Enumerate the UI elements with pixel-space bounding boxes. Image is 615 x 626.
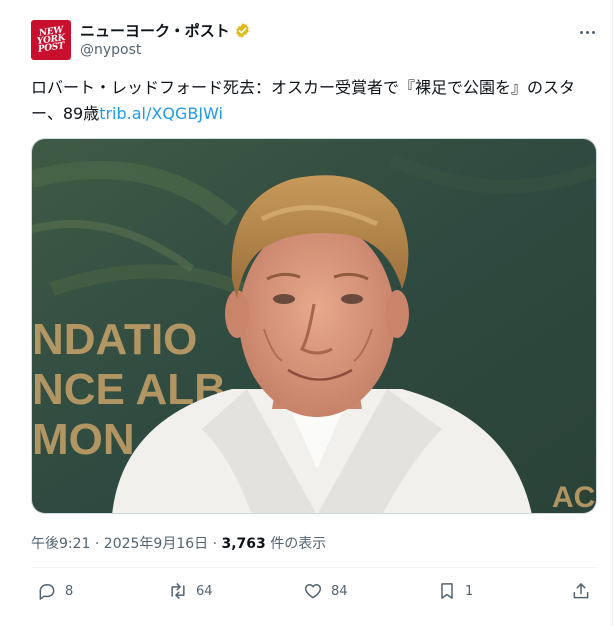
like-icon: [304, 584, 322, 599]
account-name-row: ニューヨーク・ポスト: [80, 20, 251, 41]
tweet-photo[interactable]: NDATIO NCE ALB MON AC: [31, 138, 597, 514]
reply-icon: [39, 584, 55, 600]
share-button[interactable]: [571, 581, 591, 601]
bg-text-3: MON: [32, 415, 135, 464]
bookmark-count: 1: [465, 583, 474, 599]
bg-text-1: NDATIO: [32, 315, 197, 364]
reply-button[interactable]: 8: [37, 581, 73, 601]
like-count: 84: [331, 583, 348, 599]
photo-portrait-illustration: NDATIO NCE ALB MON AC: [32, 139, 596, 514]
like-button[interactable]: 84: [303, 581, 348, 601]
repost-count: 64: [196, 583, 213, 599]
timestamp[interactable]: 午後9:21 · 2025年9月16日 ·: [31, 536, 222, 552]
divider: [31, 567, 597, 568]
tweet-card: NEW YORK POST ニューヨーク・ポスト @nypost ロバート・レッ…: [0, 0, 613, 626]
verified-badge-icon[interactable]: [234, 22, 251, 39]
reply-count: 8: [65, 583, 74, 599]
avatar-text-3: POST: [37, 41, 65, 55]
tweet-meta: 午後9:21 · 2025年9月16日 · 3,763 件の表示: [31, 533, 326, 553]
repost-icon: [171, 583, 185, 599]
bookmark-icon: [441, 583, 453, 599]
avatar[interactable]: NEW YORK POST: [31, 20, 71, 60]
account-handle[interactable]: @nypost: [80, 42, 141, 58]
share-icon: [573, 583, 589, 599]
bookmark-button[interactable]: 1: [437, 581, 473, 601]
more-icon[interactable]: [574, 22, 600, 42]
tweet-link[interactable]: trib.al/XQGBJWi: [99, 104, 223, 123]
account-name[interactable]: ニューヨーク・ポスト: [80, 20, 230, 41]
action-bar: 8 64 84 1: [31, 577, 597, 611]
repost-button[interactable]: 64: [168, 581, 213, 601]
views-label: 件の表示: [265, 536, 327, 552]
bg-text-4: AC: [552, 481, 595, 514]
tweet-text: ロバート・レッドフォード死去：オスカー受賞者で『裸足で公園を』のスター、89歳t…: [31, 75, 606, 127]
view-count: 3,763: [221, 536, 266, 552]
